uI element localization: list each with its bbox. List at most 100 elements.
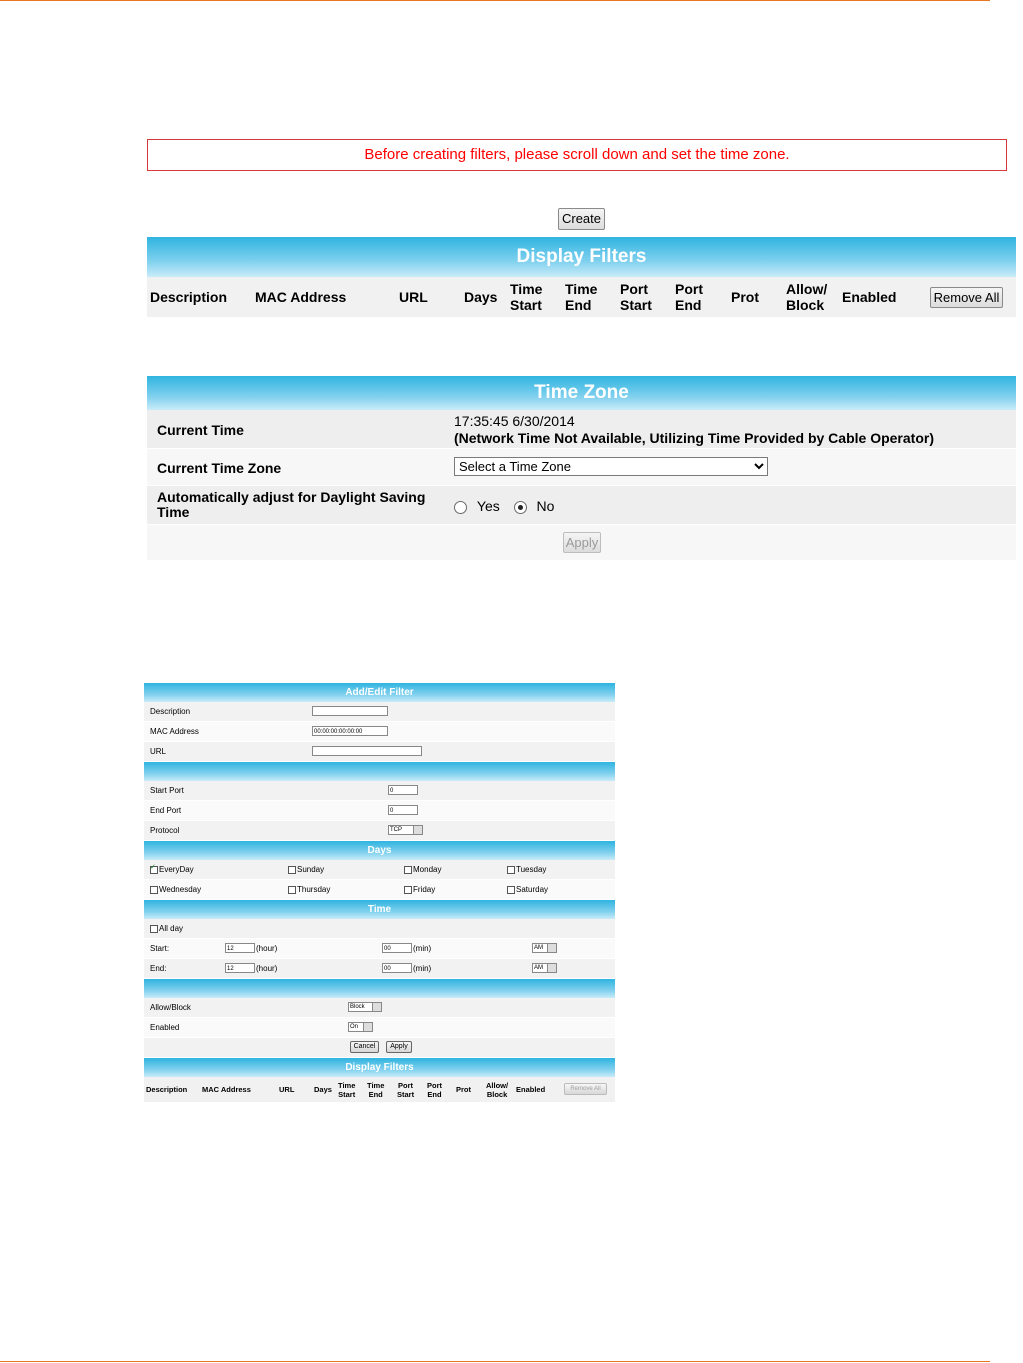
- mini-start-min-unit: (min): [413, 944, 432, 953]
- mini-start-min-input[interactable]: 00: [382, 943, 412, 953]
- mini-end-ampm-select[interactable]: AM: [532, 963, 557, 973]
- mini-end-min-input[interactable]: 00: [382, 963, 412, 973]
- mini-url-input[interactable]: [312, 746, 422, 756]
- dst-yes-label: Yes: [476, 498, 500, 514]
- current-zone-row: Current Time Zone Select a Time Zone: [147, 449, 1016, 486]
- column-url: URL: [399, 289, 428, 305]
- mini-description-label: Description: [150, 707, 191, 716]
- mini-allow-block-select[interactable]: Block: [348, 1002, 382, 1012]
- mini-start-port-input[interactable]: 0: [388, 785, 418, 795]
- mini-enabled-label: Enabled: [150, 1023, 180, 1032]
- mini-column-port-start: Port Start: [397, 1080, 415, 1099]
- mini-day-thursday[interactable]: Thursday: [288, 885, 330, 894]
- column-prot: Prot: [731, 289, 759, 305]
- mini-day-wednesday[interactable]: Wednesday: [150, 885, 201, 894]
- checkbox-icon: [404, 865, 412, 874]
- mini-end-port-label: End Port: [150, 806, 182, 815]
- mini-column-time-start: Time Start: [338, 1080, 356, 1099]
- mini-url-row: URL: [144, 742, 615, 762]
- mini-start-port-row: Start Port 0: [144, 781, 615, 801]
- dst-row: Automatically adjust for Daylight Saving…: [147, 486, 1016, 525]
- dst-yes-radio[interactable]: [454, 500, 467, 514]
- mini-protocol-select[interactable]: TCP: [388, 825, 423, 835]
- mini-start-hour-unit: (hour): [256, 944, 278, 953]
- mini-day-tuesday[interactable]: Tuesday: [507, 865, 546, 874]
- mini-end-hour-unit: (hour): [256, 964, 278, 973]
- column-description: Description: [150, 289, 228, 305]
- dst-label: Automatically adjust for Daylight Saving…: [157, 489, 426, 520]
- current-zone-label: Current Time Zone: [157, 460, 282, 476]
- column-port-start: Port Start: [620, 281, 652, 313]
- display-filters-columns: Description MAC Address URL Days Time Sta…: [147, 277, 1016, 317]
- mini-start-time-row: Start: 12 (hour) 00 (min) AM: [144, 939, 615, 959]
- dst-options: Yes No: [454, 498, 554, 514]
- checkbox-icon: [288, 865, 296, 874]
- mini-day-everyday[interactable]: EveryDay: [150, 863, 194, 874]
- mini-all-day-checkbox[interactable]: All day: [150, 924, 183, 933]
- mini-mac-row: MAC Address 00:00:00:00:00:00: [144, 722, 615, 742]
- mini-end-label: End:: [150, 964, 167, 973]
- apply-button[interactable]: Apply: [563, 532, 601, 553]
- mini-time-header: Time: [144, 900, 615, 919]
- add-edit-filter-header: Add/Edit Filter: [144, 683, 615, 702]
- mini-day-saturday[interactable]: Saturday: [507, 885, 548, 894]
- mini-day-sunday[interactable]: Sunday: [288, 865, 324, 874]
- mini-end-port-input[interactable]: 0: [388, 805, 418, 815]
- checkbox-icon: [288, 885, 296, 894]
- mini-protocol-row: Protocol TCP: [144, 821, 615, 841]
- mini-remove-all-button[interactable]: Remove All: [564, 1083, 607, 1095]
- mini-description-row: Description: [144, 702, 615, 722]
- mini-day-friday[interactable]: Friday: [404, 885, 435, 894]
- mini-end-time-row: End: 12 (hour) 00 (min) AM: [144, 959, 615, 979]
- remove-all-button[interactable]: Remove All: [930, 287, 1003, 308]
- mini-days-row-2: Wednesday Thursday Friday Saturday: [144, 880, 615, 900]
- column-time-end: Time End: [565, 281, 598, 313]
- checkbox-icon: [404, 885, 412, 894]
- top-divider: [0, 0, 990, 1]
- checkbox-icon: [150, 885, 158, 894]
- checkbox-icon: [150, 924, 158, 933]
- time-zone-select[interactable]: Select a Time Zone: [454, 457, 768, 476]
- mini-allow-block-label: Allow/Block: [150, 1003, 191, 1012]
- mini-mac-input[interactable]: 00:00:00:00:00:00: [312, 726, 388, 736]
- add-edit-filter-screenshot: Add/Edit Filter Description MAC Address …: [144, 683, 615, 1102]
- column-port-end: Port End: [675, 281, 703, 313]
- time-zone-header: Time Zone: [147, 376, 1016, 410]
- column-allow-block: Allow/Block: [786, 281, 828, 313]
- mini-start-label: Start:: [150, 944, 170, 953]
- column-enabled: Enabled: [842, 289, 897, 305]
- current-time-row: Current Time 17:35:45 6/30/2014 (Network…: [147, 410, 1016, 449]
- mini-column-description: Description: [146, 1085, 188, 1094]
- bottom-divider: [0, 1361, 990, 1362]
- mini-days-row-1: EveryDay Sunday Monday Tuesday: [144, 860, 615, 880]
- mini-end-hour-input[interactable]: 12: [225, 963, 255, 973]
- create-button[interactable]: Create: [558, 208, 605, 230]
- mini-column-allow-block: Allow/Block: [486, 1080, 509, 1099]
- current-time-value: 17:35:45 6/30/2014: [454, 413, 575, 429]
- checkbox-icon: [150, 863, 158, 874]
- mini-url-label: URL: [150, 747, 167, 756]
- mini-protocol-label: Protocol: [150, 826, 180, 835]
- mini-enabled-select[interactable]: On: [348, 1022, 373, 1032]
- checkbox-icon: [507, 865, 515, 874]
- mini-blank-header-2: [144, 979, 615, 998]
- mini-start-port-label: Start Port: [150, 786, 184, 795]
- column-days: Days: [464, 289, 498, 305]
- mini-apply-button[interactable]: Apply: [386, 1041, 412, 1053]
- mini-column-mac-address: MAC Address: [202, 1085, 251, 1094]
- dst-no-radio[interactable]: [513, 500, 527, 514]
- mini-day-monday[interactable]: Monday: [404, 865, 441, 874]
- column-mac-address: MAC Address: [255, 289, 347, 305]
- mini-all-day-row: All day: [144, 919, 615, 939]
- mini-start-hour-input[interactable]: 12: [225, 943, 255, 953]
- apply-row: Apply: [147, 525, 1016, 561]
- mini-display-filters-header: Display Filters: [144, 1058, 615, 1077]
- mini-cancel-button[interactable]: Cancel: [350, 1041, 379, 1053]
- column-time-start: Time Start: [510, 281, 543, 313]
- mini-description-input[interactable]: [312, 706, 388, 716]
- mini-days-header: Days: [144, 841, 615, 860]
- mini-start-ampm-select[interactable]: AM: [532, 943, 557, 953]
- mini-allow-block-row: Allow/Block Block: [144, 998, 615, 1018]
- time-zone-warning: Before creating filters, please scroll d…: [147, 139, 1007, 171]
- mini-end-port-row: End Port 0: [144, 801, 615, 821]
